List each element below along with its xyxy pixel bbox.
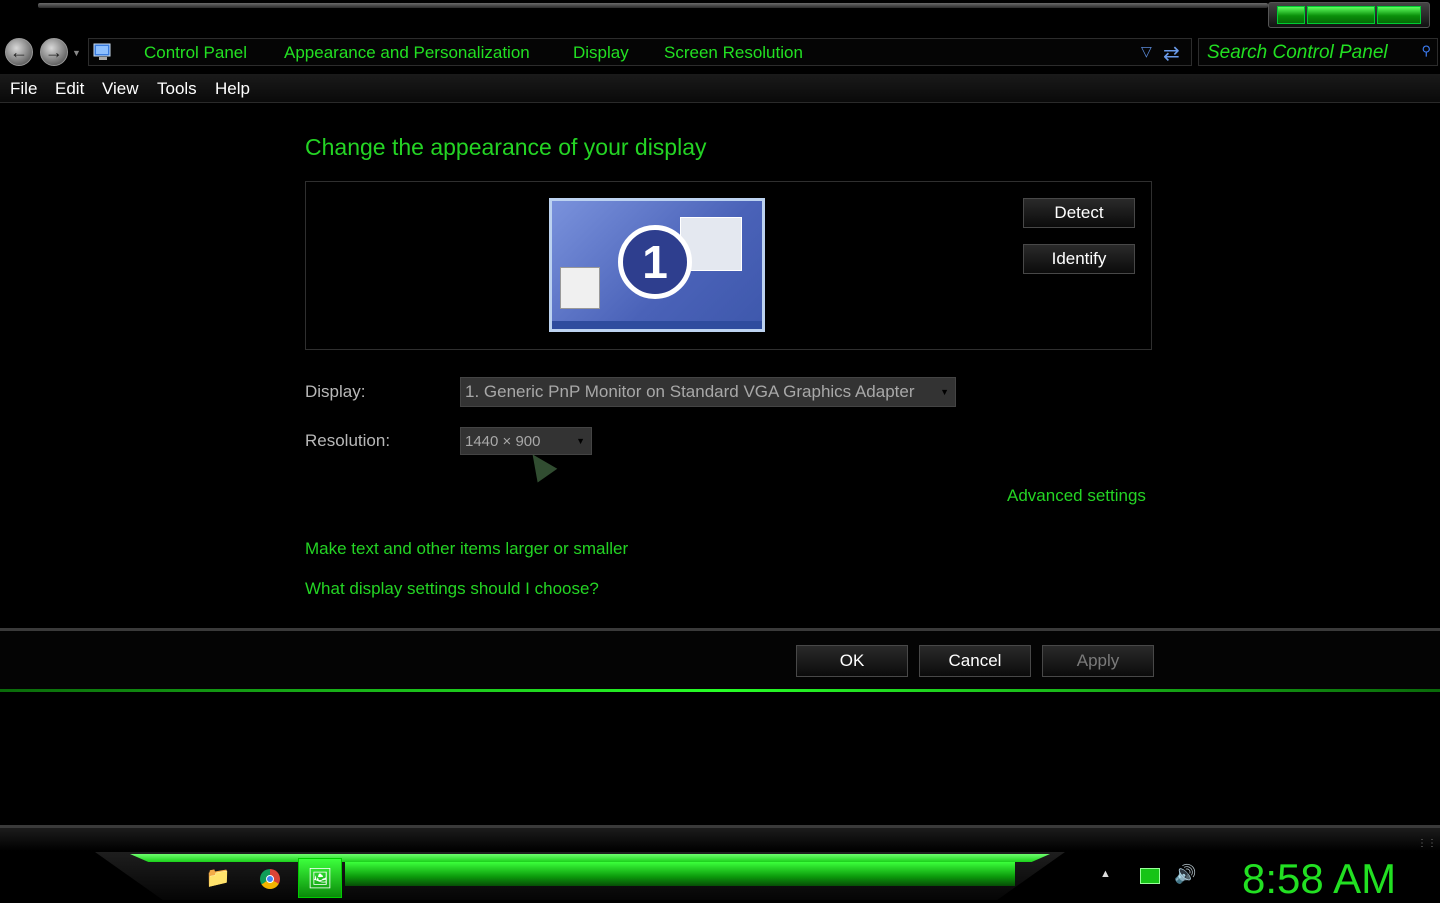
display-select[interactable]: 1. Generic PnP Monitor on Standard VGA G… xyxy=(460,377,956,407)
monitor-window-graphic xyxy=(560,267,600,309)
address-dropdown-icon[interactable]: ▽ xyxy=(1141,43,1152,60)
display-label: Display: xyxy=(305,382,366,401)
menu-help[interactable]: Help xyxy=(215,79,250,99)
close-button[interactable] xyxy=(1377,6,1421,24)
taskbar: 📁 🖼 xyxy=(0,852,1440,900)
display-select-value: 1. Generic PnP Monitor on Standard VGA G… xyxy=(465,382,915,401)
back-button[interactable]: ← xyxy=(5,38,33,66)
cancel-button[interactable]: Cancel xyxy=(919,645,1031,677)
identify-button[interactable]: Identify xyxy=(1023,244,1135,274)
ok-button[interactable]: OK xyxy=(796,645,908,677)
breadcrumb-display[interactable]: Display xyxy=(573,43,629,63)
title-bar-rim xyxy=(38,3,1268,8)
title-bar xyxy=(0,0,1440,36)
taskbar-green-band xyxy=(345,862,1015,886)
resize-grip-icon[interactable]: ⋮⋮ xyxy=(1417,838,1437,849)
resolution-select[interactable]: 1440 × 900 ▼ xyxy=(460,427,592,455)
display-preview-panel: 1 Detect Identify xyxy=(305,181,1152,350)
menu-bar: File Edit View Tools Help xyxy=(0,74,1440,103)
display-settings-icon[interactable]: 🖼 xyxy=(298,858,342,898)
monitor-number: 1 xyxy=(618,225,692,299)
search-box[interactable]: ⚲ xyxy=(1198,38,1438,66)
search-input[interactable] xyxy=(1205,40,1419,66)
show-hidden-icons-icon[interactable]: ▲ xyxy=(1100,868,1111,880)
monitor-1-thumbnail[interactable]: 1 xyxy=(549,198,765,332)
page-title: Change the appearance of your display xyxy=(305,134,707,160)
breadcrumb-control-panel[interactable]: Control Panel xyxy=(144,43,247,63)
apply-button[interactable]: Apply xyxy=(1042,645,1154,677)
minimize-button[interactable] xyxy=(1277,6,1305,24)
chrome-icon[interactable] xyxy=(248,858,292,898)
resolution-select-value: 1440 × 900 xyxy=(465,433,541,450)
advanced-settings-link[interactable]: Advanced settings xyxy=(1007,486,1146,506)
dialog-button-bar: OK Cancel Apply xyxy=(0,628,1440,692)
status-bar: ⋮⋮ xyxy=(0,825,1440,851)
address-bar[interactable]: Control Panel Appearance and Personaliza… xyxy=(88,38,1192,66)
maximize-button[interactable] xyxy=(1307,6,1375,24)
detect-button[interactable]: Detect xyxy=(1023,198,1135,228)
display-help-link[interactable]: What display settings should I choose? xyxy=(305,579,599,599)
green-glow-divider xyxy=(0,689,1440,692)
window-controls xyxy=(1268,2,1430,28)
resolution-label: Resolution: xyxy=(305,431,391,450)
menu-view[interactable]: View xyxy=(102,79,139,99)
menu-tools[interactable]: Tools xyxy=(157,79,197,99)
forward-button[interactable]: → xyxy=(40,38,68,66)
monitor-taskbar-graphic xyxy=(552,321,762,329)
network-icon[interactable] xyxy=(1140,868,1160,884)
recent-pages-dropdown-icon[interactable]: ▼ xyxy=(72,48,81,58)
text-size-link[interactable]: Make text and other items larger or smal… xyxy=(305,539,628,559)
chevron-down-icon: ▼ xyxy=(940,387,949,397)
breadcrumb-screen-resolution[interactable]: Screen Resolution xyxy=(664,43,803,63)
menu-file[interactable]: File xyxy=(10,79,37,99)
taskbar-clock[interactable]: 8:58 AM xyxy=(1242,855,1396,903)
chevron-down-icon: ▼ xyxy=(576,436,585,446)
breadcrumb-appearance[interactable]: Appearance and Personalization xyxy=(284,43,530,63)
navigation-bar: ← → ▼ Control Panel Appearance and Perso… xyxy=(0,36,1440,70)
search-icon[interactable]: ⚲ xyxy=(1421,43,1431,59)
folder-icon[interactable]: 📁 xyxy=(196,858,240,898)
control-panel-icon xyxy=(93,43,111,60)
refresh-icon[interactable]: ⇄ xyxy=(1163,41,1180,66)
menu-edit[interactable]: Edit xyxy=(55,79,84,99)
volume-icon[interactable]: 🔊 xyxy=(1174,864,1196,885)
